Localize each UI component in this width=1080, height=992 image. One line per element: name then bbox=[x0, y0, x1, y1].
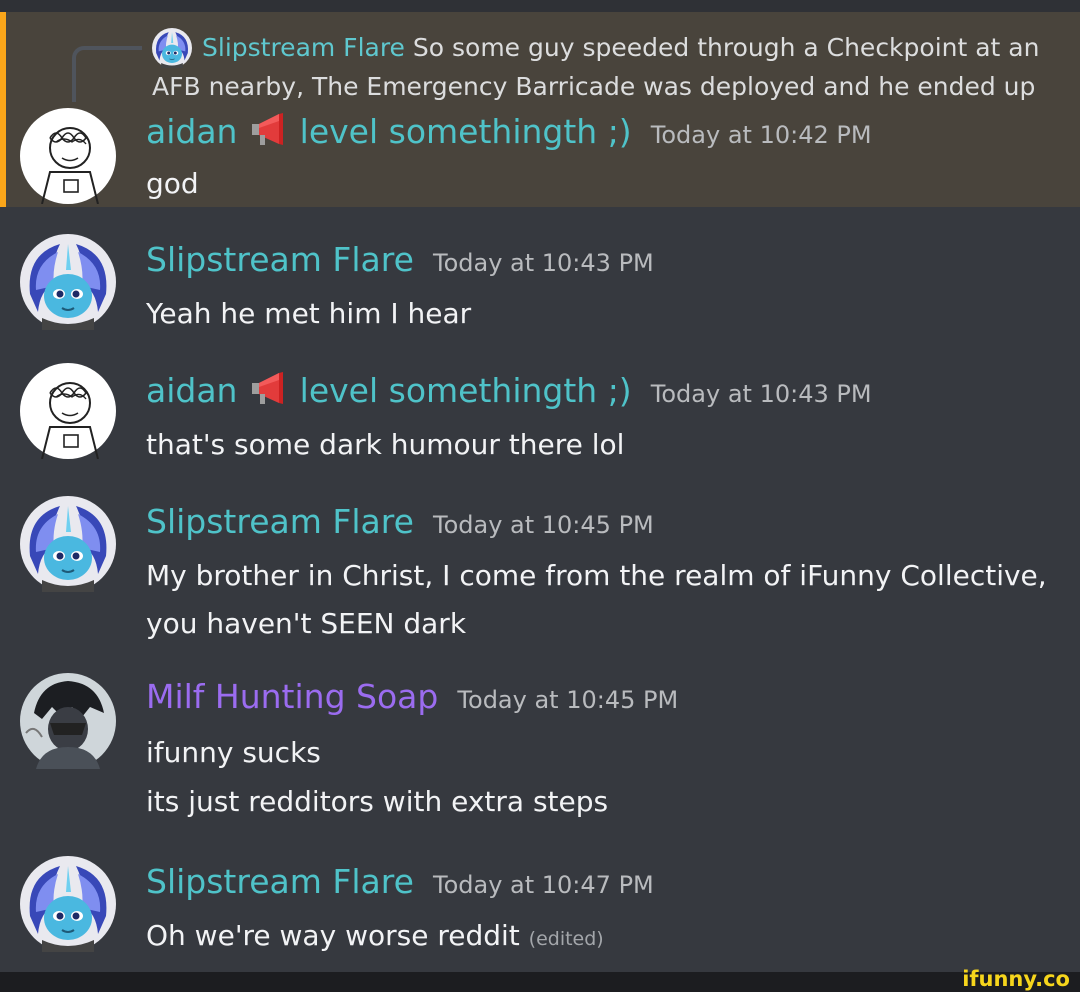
author-tag[interactable]: level somethingth ;) bbox=[300, 112, 632, 151]
message-header: aidan level somethingth ;) Today at 10:4… bbox=[146, 367, 872, 415]
timestamp[interactable]: Today at 10:45 PM bbox=[457, 686, 678, 714]
message-text: Oh we're way worse reddit (edited) bbox=[146, 912, 1066, 963]
timestamp[interactable]: Today at 10:43 PM bbox=[651, 380, 872, 408]
avatar[interactable] bbox=[20, 673, 116, 769]
avatar[interactable] bbox=[20, 856, 116, 952]
author-tag[interactable]: level somethingth ;) bbox=[300, 371, 632, 410]
edited-label: (edited) bbox=[528, 928, 604, 950]
message-text: ifunny sucks bbox=[146, 736, 321, 769]
reply-avatar[interactable] bbox=[152, 28, 192, 68]
author-name[interactable]: Slipstream Flare bbox=[146, 502, 414, 541]
timestamp[interactable]: Today at 10:42 PM bbox=[651, 121, 872, 149]
message-text: god bbox=[146, 167, 199, 200]
author-name[interactable]: Slipstream Flare bbox=[146, 862, 414, 901]
megaphone-icon bbox=[249, 368, 289, 408]
reply-preview[interactable]: Slipstream Flare So some guy speeded thr… bbox=[202, 28, 1062, 67]
top-strip bbox=[0, 0, 1080, 12]
avatar[interactable] bbox=[20, 234, 116, 330]
footer-bar bbox=[0, 972, 1080, 992]
message-text: that's some dark humour there lol bbox=[146, 428, 625, 461]
timestamp[interactable]: Today at 10:47 PM bbox=[433, 871, 654, 899]
message-header: Slipstream Flare Today at 10:45 PM bbox=[146, 498, 654, 546]
avatar[interactable] bbox=[20, 496, 116, 592]
timestamp[interactable]: Today at 10:43 PM bbox=[433, 249, 654, 277]
message-header: aidan level somethingth ;) Today at 10:4… bbox=[146, 108, 872, 156]
message-text: its just redditors with extra steps bbox=[146, 785, 609, 818]
message-text-content: Oh we're way worse reddit bbox=[146, 919, 520, 952]
avatar[interactable] bbox=[20, 108, 116, 204]
author-name[interactable]: aidan bbox=[146, 112, 237, 151]
author-name[interactable]: Slipstream Flare bbox=[146, 240, 414, 279]
reply-text-line1: So some guy speeded through a Checkpoint… bbox=[404, 33, 1040, 62]
author-name[interactable]: aidan bbox=[146, 371, 237, 410]
message-header: Milf Hunting Soap Today at 10:45 PM bbox=[146, 673, 678, 721]
timestamp[interactable]: Today at 10:45 PM bbox=[433, 511, 654, 539]
message-text: you haven't SEEN dark bbox=[146, 607, 467, 640]
reply-author[interactable]: Slipstream Flare bbox=[202, 33, 405, 62]
watermark[interactable]: ifunny.co bbox=[962, 967, 1070, 991]
avatar[interactable] bbox=[20, 363, 116, 459]
reply-connector bbox=[72, 46, 142, 102]
message-text: My brother in Christ, I come from the re… bbox=[146, 559, 1047, 592]
message-text: Yeah he met him I hear bbox=[146, 297, 472, 330]
author-name[interactable]: Milf Hunting Soap bbox=[146, 677, 438, 716]
reply-text-line2: AFB nearby, The Emergency Barricade was … bbox=[152, 72, 1036, 101]
megaphone-icon bbox=[249, 109, 289, 149]
message-header: Slipstream Flare Today at 10:43 PM bbox=[146, 236, 654, 284]
message-header: Slipstream Flare Today at 10:47 PM bbox=[146, 858, 654, 906]
